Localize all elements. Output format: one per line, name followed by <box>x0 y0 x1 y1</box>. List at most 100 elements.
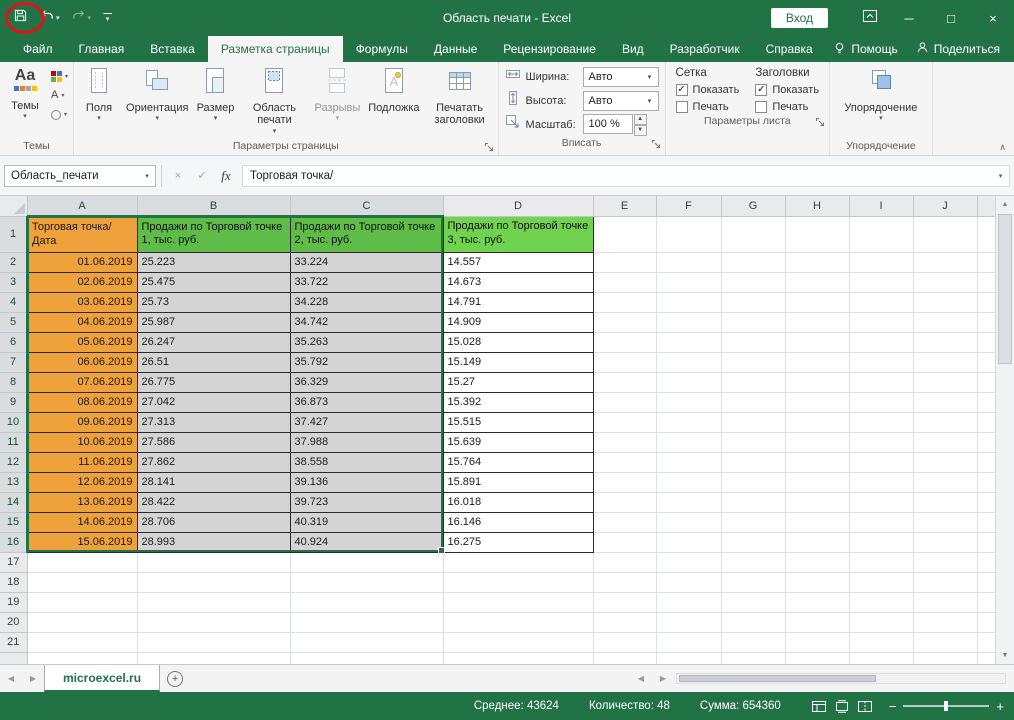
cell-D13[interactable]: 15.891 <box>443 472 593 492</box>
cell-B8[interactable]: 26.775 <box>137 372 290 392</box>
column-header-F[interactable]: F <box>656 196 721 216</box>
column-header-H[interactable]: H <box>785 196 849 216</box>
cell-J16[interactable] <box>913 532 977 552</box>
cell-H14[interactable] <box>785 492 849 512</box>
column-header-A[interactable]: A <box>27 196 137 216</box>
cell-D16[interactable]: 16.275 <box>443 532 593 552</box>
cell-C20[interactable] <box>290 612 443 632</box>
cell-A18[interactable] <box>27 572 137 592</box>
cell-A12[interactable]: 11.06.2019 <box>27 452 137 472</box>
maximize-button[interactable]: □ <box>930 0 972 36</box>
cell-E11[interactable] <box>593 432 656 452</box>
cell-A14[interactable]: 13.06.2019 <box>27 492 137 512</box>
row-header-18[interactable]: 18 <box>0 572 27 592</box>
confirm-entry-button[interactable]: ✓ <box>190 165 214 187</box>
cell-G19[interactable] <box>721 592 785 612</box>
cell-D18[interactable] <box>443 572 593 592</box>
tab-insert[interactable]: Вставка <box>137 36 208 62</box>
cell-C15[interactable]: 40.319 <box>290 512 443 532</box>
row-header-11[interactable]: 11 <box>0 432 27 452</box>
cell-C19[interactable] <box>290 592 443 612</box>
cell-J7[interactable] <box>913 352 977 372</box>
cell-J10[interactable] <box>913 412 977 432</box>
cell-J8[interactable] <box>913 372 977 392</box>
cell-H8[interactable] <box>785 372 849 392</box>
cell-I20[interactable] <box>849 612 913 632</box>
cell-I13[interactable] <box>849 472 913 492</box>
cell-A16[interactable]: 15.06.2019 <box>27 532 137 552</box>
size-button[interactable]: Размер ▾ <box>192 63 238 137</box>
cell-H11[interactable] <box>785 432 849 452</box>
sheet-tab-microexcel[interactable]: microexcel.ru <box>44 665 160 692</box>
cell-C10[interactable]: 37.427 <box>290 412 443 432</box>
cell-B3[interactable]: 25.475 <box>137 272 290 292</box>
cell-J22[interactable] <box>913 652 977 664</box>
cell-G4[interactable] <box>721 292 785 312</box>
headings-show-checkbox[interactable]: ✓ Показать <box>755 84 819 96</box>
normal-view-button[interactable] <box>811 700 827 713</box>
cell-J3[interactable] <box>913 272 977 292</box>
themes-button[interactable]: Aa Темы ▾ <box>2 63 48 137</box>
cell-D20[interactable] <box>443 612 593 632</box>
orientation-button[interactable]: Ориентация ▾ <box>122 63 192 137</box>
arrange-button[interactable]: Упорядочение ▾ <box>845 63 917 137</box>
cell-D10[interactable]: 15.515 <box>443 412 593 432</box>
cell-E7[interactable] <box>593 352 656 372</box>
cell-E19[interactable] <box>593 592 656 612</box>
close-button[interactable]: × <box>972 0 1014 36</box>
cell-C16[interactable]: 40.924 <box>290 532 443 552</box>
cell-G17[interactable] <box>721 552 785 572</box>
cell-B1[interactable]: Продажи по Торговой точке 1, тыс. руб. <box>137 216 290 252</box>
cell-J11[interactable] <box>913 432 977 452</box>
cell-H12[interactable] <box>785 452 849 472</box>
cell-G7[interactable] <box>721 352 785 372</box>
cell-A21[interactable] <box>27 632 137 652</box>
cell-F20[interactable] <box>656 612 721 632</box>
cell-F21[interactable] <box>656 632 721 652</box>
cell-F6[interactable] <box>656 332 721 352</box>
cell-A7[interactable]: 06.06.2019 <box>27 352 137 372</box>
cell-I10[interactable] <box>849 412 913 432</box>
cell-A13[interactable]: 12.06.2019 <box>27 472 137 492</box>
row-header-6[interactable]: 6 <box>0 332 27 352</box>
cell-H1[interactable] <box>785 216 849 252</box>
cell-I17[interactable] <box>849 552 913 572</box>
cell-E5[interactable] <box>593 312 656 332</box>
cell-G13[interactable] <box>721 472 785 492</box>
cell-E18[interactable] <box>593 572 656 592</box>
cell-B10[interactable]: 27.313 <box>137 412 290 432</box>
cell-F19[interactable] <box>656 592 721 612</box>
margins-button[interactable]: Поля ▾ <box>76 63 122 137</box>
zoom-slider-thumb[interactable] <box>944 701 948 711</box>
cell-I2[interactable] <box>849 252 913 272</box>
cell-H21[interactable] <box>785 632 849 652</box>
cell-A4[interactable]: 03.06.2019 <box>27 292 137 312</box>
sign-in-button[interactable]: Вход <box>771 8 828 28</box>
cell-A19[interactable] <box>27 592 137 612</box>
cell-G14[interactable] <box>721 492 785 512</box>
cell-H7[interactable] <box>785 352 849 372</box>
cell-E12[interactable] <box>593 452 656 472</box>
cell-F3[interactable] <box>656 272 721 292</box>
zoom-slider[interactable] <box>903 705 989 707</box>
row-header-21[interactable]: 21 <box>0 632 27 652</box>
cell-C5[interactable]: 34.742 <box>290 312 443 332</box>
theme-colors-button[interactable]: ▾ <box>48 68 71 85</box>
cell-D12[interactable]: 15.764 <box>443 452 593 472</box>
cell-A3[interactable]: 02.06.2019 <box>27 272 137 292</box>
cell-C4[interactable]: 34.228 <box>290 292 443 312</box>
cell-A10[interactable]: 09.06.2019 <box>27 412 137 432</box>
cell-H16[interactable] <box>785 532 849 552</box>
cell-G20[interactable] <box>721 612 785 632</box>
cell-J4[interactable] <box>913 292 977 312</box>
print-area-button[interactable]: Область печати ▾ <box>238 63 310 137</box>
cell-F16[interactable] <box>656 532 721 552</box>
row-header-13[interactable]: 13 <box>0 472 27 492</box>
cell-B20[interactable] <box>137 612 290 632</box>
cell-G15[interactable] <box>721 512 785 532</box>
cell-E2[interactable] <box>593 252 656 272</box>
cell-H3[interactable] <box>785 272 849 292</box>
cell-E6[interactable] <box>593 332 656 352</box>
cell-D2[interactable]: 14.557 <box>443 252 593 272</box>
cell-C21[interactable] <box>290 632 443 652</box>
